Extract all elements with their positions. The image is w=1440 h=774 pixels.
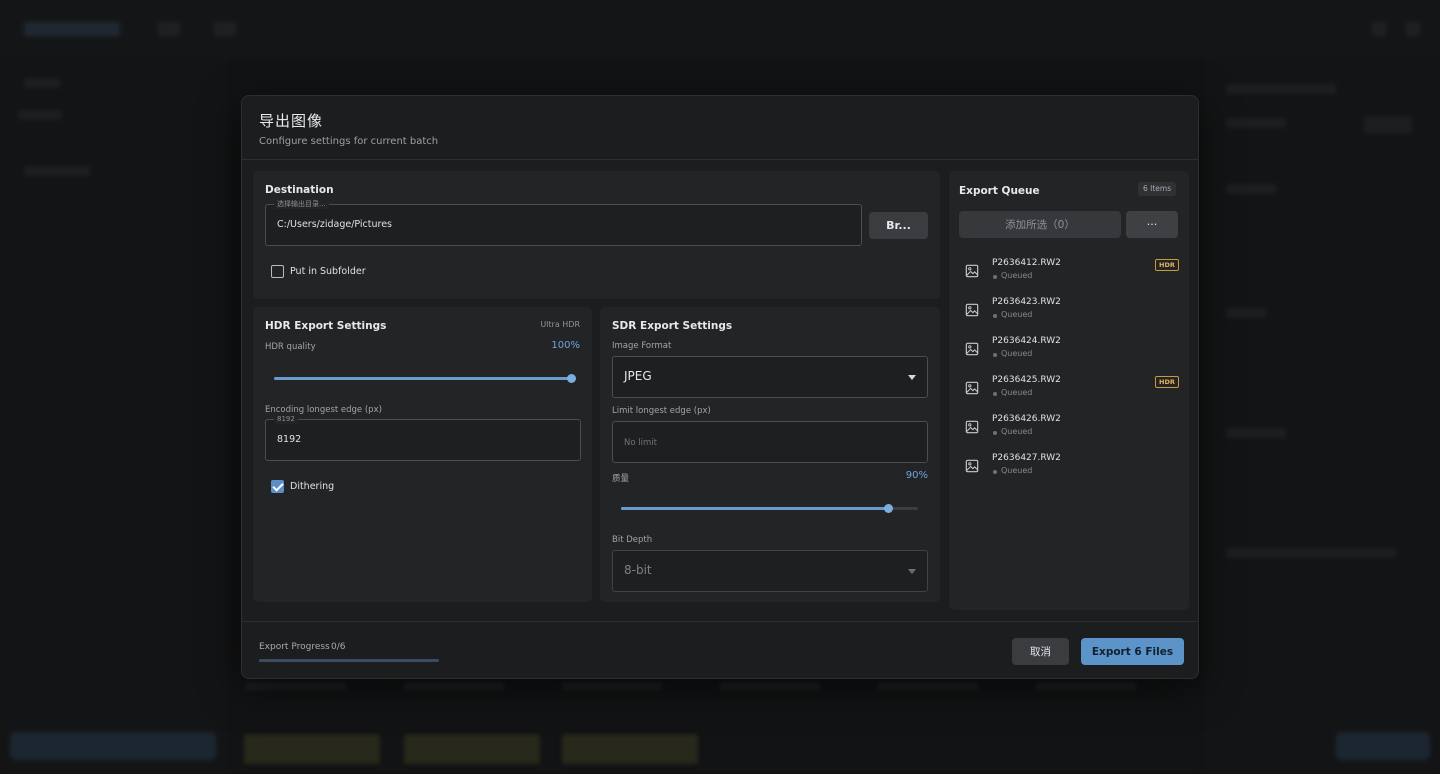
queue-item-status: Queued — [1001, 427, 1033, 436]
image-format-label: Image Format — [612, 341, 672, 351]
export-progress-count: 0/6 — [331, 642, 346, 652]
background-control — [1372, 22, 1386, 36]
queue-item-status: Queued — [1001, 310, 1033, 319]
hdr-badge: HDR — [1155, 376, 1179, 388]
encoding-edge-value: 8192 — [277, 434, 302, 445]
dialog-header: 导出图像 Configure settings for current batc… — [242, 96, 1198, 160]
hdr-quality-value: 100% — [551, 340, 580, 351]
sdr-quality-value: 90% — [905, 470, 928, 481]
queue-item[interactable]: P2636412.RW2 Queued HDR — [949, 254, 1189, 293]
queue-item-status: Queued — [1001, 349, 1033, 358]
export-queue-title: Export Queue — [959, 185, 1040, 197]
more-options-button[interactable]: ··· — [1126, 211, 1178, 238]
sdr-settings-panel: SDR Export Settings Image Format JPEG Li… — [600, 307, 940, 602]
subfolder-label: Put in Subfolder — [290, 266, 366, 277]
queue-item-name: P2636425.RW2 — [992, 375, 1061, 385]
sdr-quality-slider[interactable] — [621, 504, 918, 513]
hdr-settings-panel: HDR Export Settings Ultra HDR HDR qualit… — [253, 307, 592, 602]
limit-edge-input[interactable]: No limit — [612, 421, 928, 463]
background-menu — [214, 22, 236, 36]
bit-depth-select[interactable]: 8-bit — [612, 550, 928, 592]
dialog-subtitle: Configure settings for current batch — [259, 136, 439, 147]
queue-item[interactable]: P2636426.RW2 Queued — [949, 410, 1189, 449]
dialog-footer: Export Progress 0/6 取消 Export 6 Files — [242, 621, 1198, 680]
image-format-select[interactable]: JPEG — [612, 356, 928, 398]
queue-item[interactable]: P2636425.RW2 Queued HDR — [949, 371, 1189, 410]
background-sidebar-button — [10, 732, 216, 760]
image-icon — [965, 459, 979, 473]
status-dot — [993, 431, 997, 435]
status-dot — [993, 353, 997, 357]
hdr-badge: HDR — [1155, 259, 1179, 271]
status-dot — [993, 392, 997, 396]
export-files-button[interactable]: Export 6 Files — [1081, 638, 1184, 665]
dithering-checkbox[interactable] — [271, 480, 284, 493]
limit-edge-label: Limit longest edge (px) — [612, 406, 711, 416]
queue-item[interactable]: P2636423.RW2 Queued — [949, 293, 1189, 332]
add-selected-button[interactable]: 添加所选（0） — [959, 211, 1121, 238]
chevron-down-icon — [908, 569, 916, 574]
encoding-edge-field-label: 8192 — [274, 414, 298, 424]
background-control — [1406, 22, 1420, 36]
export-progress-label: Export Progress — [259, 642, 330, 652]
encoding-edge-input[interactable]: 8192 8192 — [265, 414, 581, 461]
queue-item-name: P2636423.RW2 — [992, 297, 1061, 307]
queue-item-name: P2636427.RW2 — [992, 453, 1061, 463]
queue-item-name: P2636424.RW2 — [992, 336, 1061, 346]
destination-path-value: C:/Users/zidage/Pictures — [277, 219, 393, 230]
image-icon — [965, 264, 979, 278]
hdr-quality-slider-thumb[interactable] — [567, 374, 576, 383]
queue-item-status: Queued — [1001, 466, 1033, 475]
hdr-quality-slider[interactable] — [274, 374, 576, 383]
queue-item-name: P2636426.RW2 — [992, 414, 1061, 424]
chevron-down-icon — [908, 375, 916, 380]
background-thumbnail — [404, 734, 540, 764]
export-progress-bar — [259, 659, 439, 662]
queue-item[interactable]: P2636427.RW2 Queued — [949, 449, 1189, 488]
subfolder-checkbox[interactable] — [271, 265, 284, 278]
background-sidebar — [0, 58, 228, 774]
background-inspector-button — [1336, 732, 1430, 760]
sdr-quality-slider-thumb[interactable] — [884, 504, 894, 513]
export-dialog: 导出图像 Configure settings for current batc… — [241, 95, 1199, 679]
destination-field-label: 选择输出目录... — [274, 199, 329, 209]
background-logo — [24, 22, 120, 36]
image-icon — [965, 420, 979, 434]
status-dot — [993, 275, 997, 279]
bit-depth-value: 8-bit — [624, 563, 652, 577]
status-dot — [993, 470, 997, 474]
ultra-hdr-tag: Ultra HDR — [540, 320, 580, 329]
background-menu — [158, 22, 180, 36]
browse-button[interactable]: Br... — [869, 212, 928, 239]
image-icon — [965, 342, 979, 356]
dialog-title: 导出图像 — [259, 112, 324, 130]
queue-count-badge: 6 Items — [1138, 182, 1177, 196]
destination-path-field[interactable]: 选择输出目录... C:/Users/zidage/Pictures — [265, 199, 862, 246]
image-icon — [965, 381, 979, 395]
queue-item[interactable]: P2636424.RW2 Queued — [949, 332, 1189, 371]
bit-depth-label: Bit Depth — [612, 535, 653, 545]
image-format-value: JPEG — [624, 369, 652, 383]
queue-item-status: Queued — [1001, 271, 1033, 280]
hdr-quality-label: HDR quality — [265, 342, 316, 352]
image-icon — [965, 303, 979, 317]
background-thumbnail — [562, 734, 698, 764]
queue-item-name: P2636412.RW2 — [992, 258, 1061, 268]
background-inspector — [1204, 58, 1440, 774]
sdr-settings-title: SDR Export Settings — [612, 320, 733, 332]
status-dot — [993, 314, 997, 318]
destination-title: Destination — [265, 184, 334, 196]
hdr-quality-slider-fill — [274, 377, 571, 380]
sdr-quality-slider-fill — [621, 507, 889, 510]
background-thumbnail — [244, 734, 380, 764]
dithering-label: Dithering — [290, 481, 335, 492]
background-topbar — [0, 0, 1440, 58]
queue-item-status: Queued — [1001, 388, 1033, 397]
hdr-settings-title: HDR Export Settings — [265, 320, 387, 332]
limit-edge-placeholder: No limit — [624, 438, 657, 448]
sdr-quality-label: 质量 — [612, 474, 630, 484]
export-queue-panel: Export Queue 6 Items 添加所选（0） ··· P263641… — [949, 171, 1189, 610]
cancel-button[interactable]: 取消 — [1012, 638, 1069, 665]
